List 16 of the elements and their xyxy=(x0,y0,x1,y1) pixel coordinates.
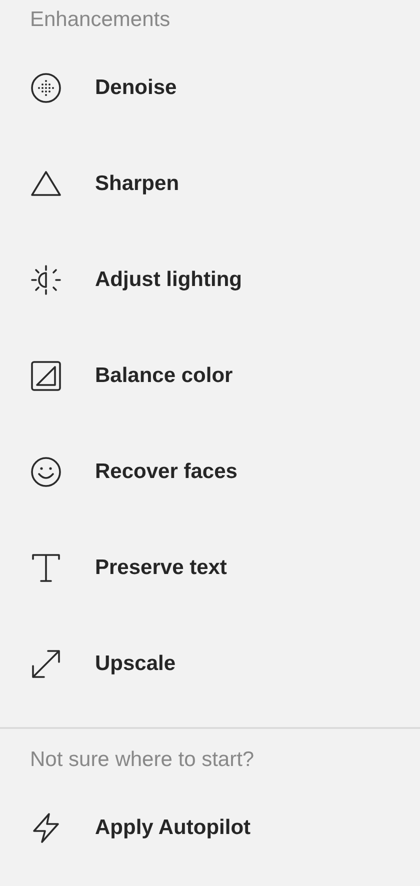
menu-item[interactable]: Denoise xyxy=(0,40,187,136)
menu-item[interactable]: Preserve text xyxy=(0,520,237,616)
menu-item[interactable]: Sharpen xyxy=(0,136,190,232)
smiley-icon xyxy=(30,456,62,488)
menu-item[interactable]: Recover faces xyxy=(0,424,248,520)
section-heading: Enhancements xyxy=(29,7,170,33)
menu-item[interactable]: Apply Autopilot xyxy=(0,780,261,876)
sun-icon xyxy=(30,264,62,296)
diagonal-arrow-icon xyxy=(30,648,62,680)
lightning-icon xyxy=(30,812,62,844)
menu-item[interactable]: Upscale xyxy=(0,616,186,712)
menu-item[interactable]: Balance color xyxy=(0,328,243,424)
grain-circle-icon xyxy=(30,72,62,104)
menu-item[interactable]: Adjust lighting xyxy=(0,232,252,328)
text-icon xyxy=(30,552,62,584)
section-heading: Not sure where to start? xyxy=(29,747,254,773)
